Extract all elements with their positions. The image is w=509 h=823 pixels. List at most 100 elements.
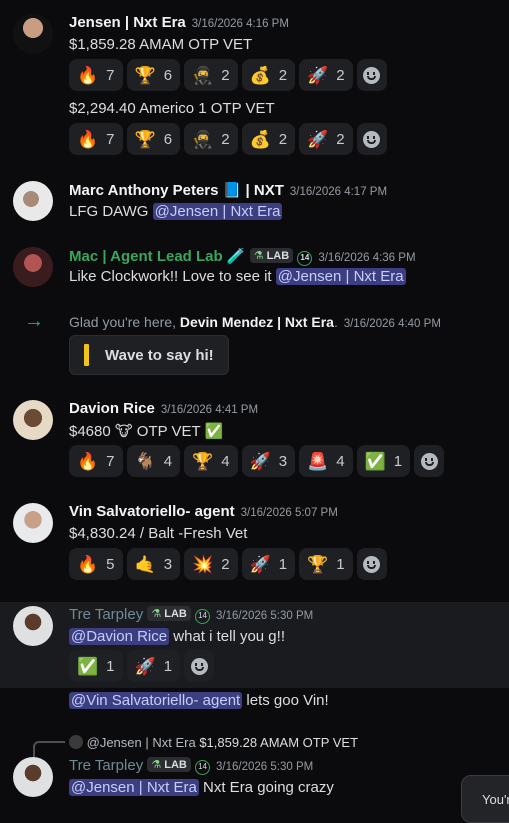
timestamp: 3/16/2026 5:30 PM — [216, 610, 314, 622]
add-reaction-button[interactable] — [356, 59, 387, 91]
reaction-button[interactable]: 💥 2 — [184, 548, 238, 580]
message-body: Like Clockwork!! Love to see it — [69, 268, 272, 285]
join-suffix: . — [333, 314, 338, 330]
message-author[interactable]: Jensen | Nxt Era 3/16/2026 4:16 PM — [69, 14, 289, 31]
joined-user[interactable]: Devin Mendez | Nxt Era — [180, 314, 334, 330]
reaction-button[interactable]: 🔥 5 — [69, 548, 123, 580]
reaction-emoji: 🐐 — [134, 451, 156, 471]
reaction-button[interactable]: 🏆 6 — [126, 59, 181, 91]
author-name[interactable]: Tre Tarpley — [69, 606, 143, 623]
message-author[interactable]: Tre Tarpley ⚗ LAB 14 3/16/2026 5:30 PM — [69, 757, 313, 775]
reaction-emoji: 🚨 — [307, 451, 329, 471]
reaction-button[interactable]: 🐐 4 — [126, 445, 181, 477]
reaction-button[interactable]: ✅ 1 — [69, 650, 123, 682]
reaction-button[interactable]: 🚀 2 — [299, 59, 353, 91]
author-name[interactable]: Marc Anthony Peters 📘 | NXT — [69, 182, 284, 199]
reaction-emoji: 🏆 — [134, 65, 156, 85]
smiley-icon — [420, 452, 438, 470]
reaction-button[interactable]: 💰 2 — [241, 123, 296, 155]
reaction-emoji: 🔥 — [77, 451, 99, 471]
add-reaction-button[interactable] — [356, 548, 387, 580]
author-name[interactable]: Jensen | Nxt Era — [69, 14, 186, 31]
user-mention[interactable]: @Jensen | Nxt Era — [69, 779, 199, 796]
timestamp: 3/16/2026 4:41 PM — [160, 404, 259, 416]
reaction-count: 2 — [278, 130, 288, 148]
reaction-button[interactable]: 🏆 1 — [299, 548, 353, 580]
level-badge-icon[interactable]: 14 — [195, 760, 211, 775]
reaction-button[interactable]: 🚀 3 — [241, 445, 296, 477]
user-mention[interactable]: @Davion Rice — [69, 628, 170, 645]
message-text: LFG DAWG @Jensen | Nxt Era — [69, 203, 283, 220]
reaction-count: 1 — [393, 452, 403, 470]
reaction-button[interactable]: 🔥 7 — [69, 445, 123, 477]
reaction-button[interactable]: 🥷 2 — [184, 59, 238, 91]
author-name[interactable]: Davion Rice — [69, 400, 155, 417]
add-reaction-button[interactable] — [356, 123, 387, 155]
reply-text: $1,859.28 AMAM OTP VET — [199, 735, 359, 750]
avatar-marc[interactable] — [13, 181, 53, 221]
reaction-count: 2 — [221, 555, 230, 573]
reaction-count: 3 — [163, 555, 173, 573]
tag-label: LAB — [266, 249, 290, 262]
reaction-emoji: 🚀 — [307, 129, 329, 149]
message-text: $2,294.40 Americo 1 OTP VET — [69, 100, 275, 117]
reaction-emoji: 🔥 — [77, 554, 99, 574]
timestamp: 3/16/2026 4:40 PM — [343, 318, 441, 330]
message-text: Like Clockwork!! Love to see it @Jensen … — [69, 268, 406, 285]
reaction-button[interactable]: 💰 2 — [241, 59, 296, 91]
reaction-row: 🔥 5 🤙 3 💥 2 🚀 1 🏆 1 — [69, 548, 387, 580]
wave-button[interactable]: Wave to say hi! — [69, 335, 229, 375]
reaction-count: 1 — [163, 657, 173, 675]
server-tag[interactable]: ⚗ LAB — [147, 757, 191, 772]
reaction-button[interactable]: 🏆 4 — [184, 445, 238, 477]
message-author[interactable]: Mac | Agent Lead Lab 🧪 ⚗ LAB 14 3/16/2026 … — [69, 247, 416, 266]
message-author[interactable]: Tre Tarpley ⚗ LAB 14 3/16/2026 5:30 PM — [69, 606, 313, 624]
timestamp: 3/16/2026 5:07 PM — [240, 507, 338, 519]
reaction-button[interactable]: ✅ 1 — [356, 445, 411, 477]
server-tag[interactable]: ⚗ LAB — [147, 606, 191, 621]
user-mention[interactable]: @Vin Salvatoriello- agent — [69, 692, 243, 709]
reaction-count: 3 — [278, 452, 288, 470]
avatar-davion[interactable] — [13, 400, 53, 440]
add-reaction-button[interactable] — [184, 650, 215, 682]
message-author[interactable]: Marc Anthony Peters 📘 | NXT 3/16/2026 4:1… — [69, 181, 387, 199]
notification-toast[interactable]: You'r — [461, 775, 509, 823]
reaction-button[interactable]: 🤙 3 — [126, 548, 181, 580]
level-badge-icon[interactable]: 14 — [297, 251, 313, 266]
message-author[interactable]: Vin Salvatoriello- agent 3/16/2026 5:07 P… — [69, 503, 338, 520]
author-name[interactable]: Tre Tarpley — [69, 757, 143, 774]
avatar-vin[interactable] — [13, 503, 53, 543]
avatar-jensen[interactable] — [13, 14, 53, 54]
level-badge-icon[interactable]: 14 — [195, 609, 211, 624]
reaction-button[interactable]: 🔥 7 — [69, 59, 123, 91]
reply-author[interactable]: @Jensen | Nxt Era — [87, 735, 196, 750]
server-tag[interactable]: ⚗ LAB — [249, 248, 294, 263]
avatar-mac[interactable] — [13, 247, 53, 287]
avatar-tre[interactable] — [13, 606, 53, 646]
reaction-emoji: 🔥 — [77, 129, 99, 149]
message-body: LFG DAWG — [69, 203, 149, 220]
author-name[interactable]: Vin Salvatoriello- agent — [69, 503, 235, 520]
reaction-button[interactable]: 🚀 2 — [299, 123, 353, 155]
reaction-row: ✅ 1 🚀 1 — [69, 650, 215, 682]
reaction-button[interactable]: 🚀 1 — [241, 548, 296, 580]
join-prefix: Glad you're here, — [69, 314, 176, 330]
toast-text: You'r — [482, 792, 509, 807]
avatar-tre[interactable] — [13, 757, 53, 797]
reaction-emoji: 🚀 — [134, 656, 156, 676]
reaction-button[interactable]: 🏆 6 — [126, 123, 181, 155]
wave-label: Wave to say hi! — [105, 346, 214, 364]
user-mention[interactable]: @Jensen | Nxt Era — [275, 268, 406, 285]
reaction-emoji: 🔥 — [77, 65, 99, 85]
reaction-count: 1 — [278, 555, 288, 573]
reaction-button[interactable]: 🥷 2 — [184, 123, 238, 155]
reply-preview[interactable]: @Jensen | Nxt Era $1,859.28 AMAM OTP VET — [69, 735, 358, 750]
add-reaction-button[interactable] — [414, 445, 445, 477]
message-author[interactable]: Davion Rice 3/16/2026 4:41 PM — [69, 400, 258, 417]
user-mention[interactable]: @Jensen | Nxt Era — [152, 203, 283, 220]
reaction-button[interactable]: 🚀 1 — [126, 650, 181, 682]
message-body: what i tell you g!! — [173, 628, 285, 645]
author-name[interactable]: Mac | Agent Lead Lab 🧪 — [69, 248, 246, 265]
reaction-button[interactable]: 🚨 4 — [299, 445, 353, 477]
reaction-button[interactable]: 🔥 7 — [69, 123, 123, 155]
